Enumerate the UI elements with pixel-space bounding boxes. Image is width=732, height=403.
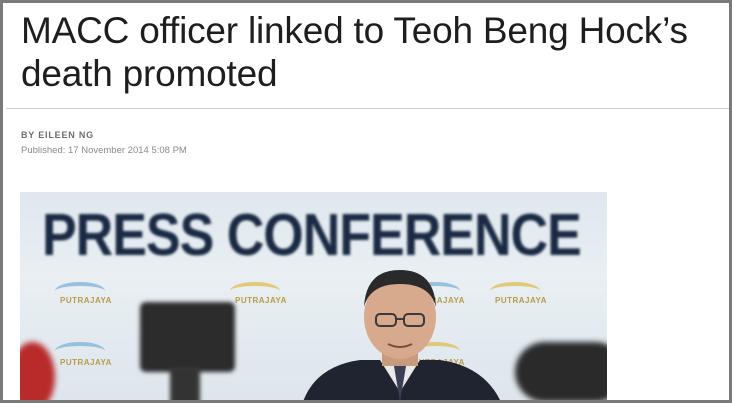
- backdrop-logo: PUTRAJAYA: [60, 358, 112, 367]
- microphone-right: [515, 342, 607, 400]
- article-photo[interactable]: PUTRAJAYA PUTRAJAYA PUTRAJAYA PUTRAJAYA …: [20, 192, 607, 400]
- article-headline: MACC officer linked to Teoh Beng Hock’s …: [21, 10, 688, 94]
- published-timestamp: Published: 17 November 2014 5:08 PM: [21, 145, 187, 156]
- headline-divider: [6, 108, 729, 109]
- press-conference-banner: PRESS CONFERENCE: [42, 202, 582, 269]
- article-frame: MACC officer linked to Teoh Beng Hock’s …: [0, 0, 732, 403]
- article-byline[interactable]: BY EILEEN NG: [21, 130, 94, 140]
- microphone-left-red: [20, 342, 55, 400]
- speaker-figure: [303, 270, 500, 400]
- backdrop-logo: PUTRAJAYA: [60, 296, 112, 305]
- microphone-stand: [170, 367, 200, 400]
- microphone-left: [140, 302, 235, 372]
